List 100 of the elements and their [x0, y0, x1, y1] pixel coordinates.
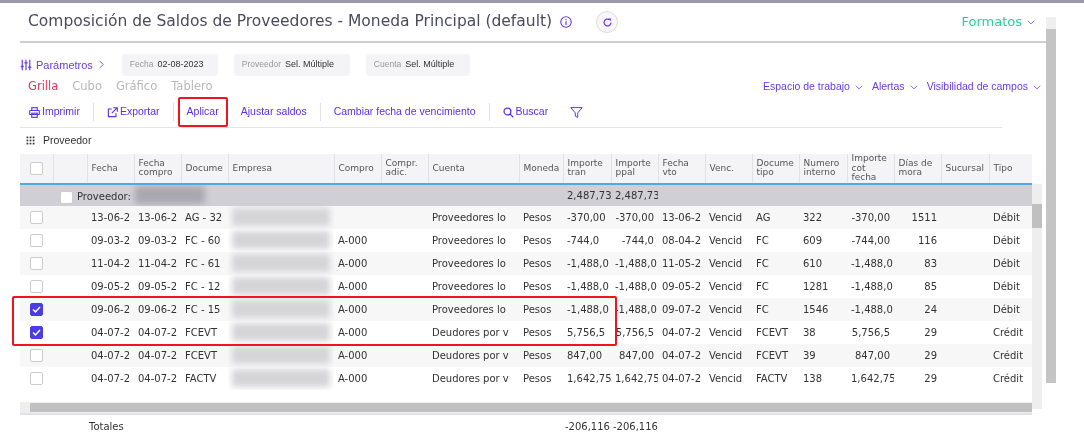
- toolbar-button[interactable]: Cambiar fecha de vencimiento: [324, 97, 485, 128]
- toolbar-button[interactable]: Aplicar: [177, 97, 228, 128]
- vertical-scrollbar[interactable]: [1032, 183, 1042, 409]
- table-cell: FCEVT: [185, 349, 217, 361]
- table-cell: -1,488,0: [567, 257, 609, 269]
- table-cell: A-000: [338, 303, 368, 315]
- search-icon: [502, 106, 514, 118]
- table-cell: 13-06-2: [91, 211, 131, 223]
- table-cell: 847,00: [567, 349, 602, 361]
- table-cell: 38: [803, 326, 816, 338]
- table-cell: Proveedores lo: [432, 280, 506, 292]
- table-cell: AG: [756, 211, 771, 223]
- table-cell: Vencid: [709, 372, 743, 384]
- table-cell: 847,00: [855, 349, 890, 361]
- horizontal-scrollbar[interactable]: [20, 401, 1032, 413]
- table-cell: 09-03-2: [138, 234, 178, 246]
- printer-icon: [29, 106, 40, 118]
- dropdown-menu-button[interactable]: Espacio de trabajo: [762, 79, 864, 95]
- table-cell: Crédit: [993, 349, 1024, 361]
- table-cell: Proveedores lo: [432, 234, 506, 246]
- external-link-icon: [106, 106, 118, 118]
- table-cell: Débit: [993, 211, 1020, 223]
- table-cell: 847,00: [619, 349, 654, 361]
- dropdown-menu-button[interactable]: Visibilidad de campos: [926, 79, 1042, 95]
- table-cell: Débit: [993, 303, 1020, 315]
- dropdown-menu-button[interactable]: Alertas: [871, 79, 919, 95]
- parameter-chip[interactable]: Cuenta Sel. Múltiple: [365, 54, 470, 76]
- table-cell: Proveedores lo: [432, 211, 506, 223]
- checkbox[interactable]: [30, 303, 43, 317]
- table-cell: Pesos: [523, 372, 552, 384]
- chevron-down-icon: [1026, 17, 1036, 27]
- table-cell: 29: [924, 326, 937, 338]
- refresh-icon: [601, 16, 613, 28]
- table-cell: 1,642,75: [567, 372, 611, 384]
- table-cell: 04-07-2: [91, 349, 131, 361]
- table-cell: 09-06-2: [138, 303, 178, 315]
- toolbar-button[interactable]: Buscar: [493, 97, 558, 128]
- table-cell: -1,488,0: [567, 280, 609, 292]
- group-total: 2,487,73: [615, 189, 658, 201]
- total-value: -206,116: [613, 420, 658, 432]
- table-cell: -1,488,0: [615, 303, 657, 315]
- table-cell: 04-07-2: [91, 372, 131, 384]
- totals-label: Totales: [89, 420, 124, 432]
- group-total: 2,487,73: [567, 189, 611, 201]
- table-cell: 24: [924, 303, 937, 315]
- toolbar-button[interactable]: Exportar: [97, 97, 169, 128]
- refresh-button[interactable]: [596, 11, 619, 33]
- table-cell: Proveedores lo: [432, 257, 506, 269]
- table-cell: 04-07-2: [138, 349, 178, 361]
- table-cell: 08-04-2: [662, 234, 702, 246]
- parameter-chip[interactable]: Fecha 02-08-2023: [121, 54, 218, 76]
- table-cell: 322: [803, 211, 823, 223]
- table-cell: A-000: [338, 280, 368, 292]
- table-cell: 138: [803, 372, 823, 384]
- table-cell: 04-07-2: [662, 326, 702, 338]
- table-cell: Crédit: [993, 372, 1024, 384]
- page-title: Composición de Saldos de Proveedores - Moneda Principal (default): [27, 11, 553, 33]
- table-cell: AG - 32: [185, 211, 223, 223]
- toolbar-button[interactable]: Imprimir: [20, 97, 89, 128]
- group-label: Proveedor:: [77, 190, 131, 205]
- table-cell: FACTV: [185, 372, 217, 384]
- table-cell: Vencid: [709, 211, 743, 223]
- table-cell: 04-07-2: [91, 326, 131, 338]
- table-cell: FC: [756, 257, 769, 269]
- info-icon: [560, 16, 573, 28]
- group-by-label: Proveedor: [43, 132, 92, 148]
- view-tab[interactable]: Grilla: [23, 77, 64, 95]
- table-cell: 116: [917, 234, 937, 246]
- table-cell: 09-06-2: [91, 303, 131, 315]
- table-cell: 29: [924, 349, 937, 361]
- table-cell: Deudores por v: [432, 349, 509, 361]
- table-cell: Crédit: [993, 326, 1024, 338]
- table-cell: Débit: [993, 234, 1020, 246]
- table-cell: 5,756,5: [615, 326, 654, 338]
- parameter-chip[interactable]: Proveedor Sel. Múltiple: [233, 54, 350, 76]
- toolbar-button[interactable]: Ajustar saldos: [231, 97, 316, 128]
- table-cell: FC: [756, 303, 769, 315]
- table-cell: 29: [924, 372, 937, 384]
- table-cell: Débit: [993, 257, 1020, 269]
- table-cell: 09-07-2: [662, 303, 702, 315]
- table-cell: 85: [924, 280, 937, 292]
- table-cell: 04-07-2: [662, 349, 702, 361]
- table-cell: FC - 60: [185, 234, 221, 246]
- table-cell: 39: [803, 349, 816, 361]
- table-cell: Deudores por v: [432, 326, 509, 338]
- table-cell: 1511: [911, 211, 937, 223]
- parameters-button[interactable]: Parámetros: [20, 56, 106, 73]
- table-cell: FCEVT: [185, 326, 217, 338]
- table-cell: 5,756,5: [851, 326, 890, 338]
- table-cell: -1,488,0: [851, 257, 893, 269]
- checkbox[interactable]: [30, 326, 43, 340]
- table-cell: -1,488,0: [615, 280, 657, 292]
- table-cell: Vencid: [709, 280, 743, 292]
- grid-icon: [26, 136, 35, 146]
- table-cell: 04-07-2: [138, 326, 178, 338]
- table-cell: 09-05-2: [91, 280, 131, 292]
- table-cell: FC - 12: [185, 280, 221, 292]
- table-cell: -370,00: [567, 211, 606, 223]
- table-cell: FC: [756, 280, 769, 292]
- scrollbar[interactable]: [1046, 17, 1056, 383]
